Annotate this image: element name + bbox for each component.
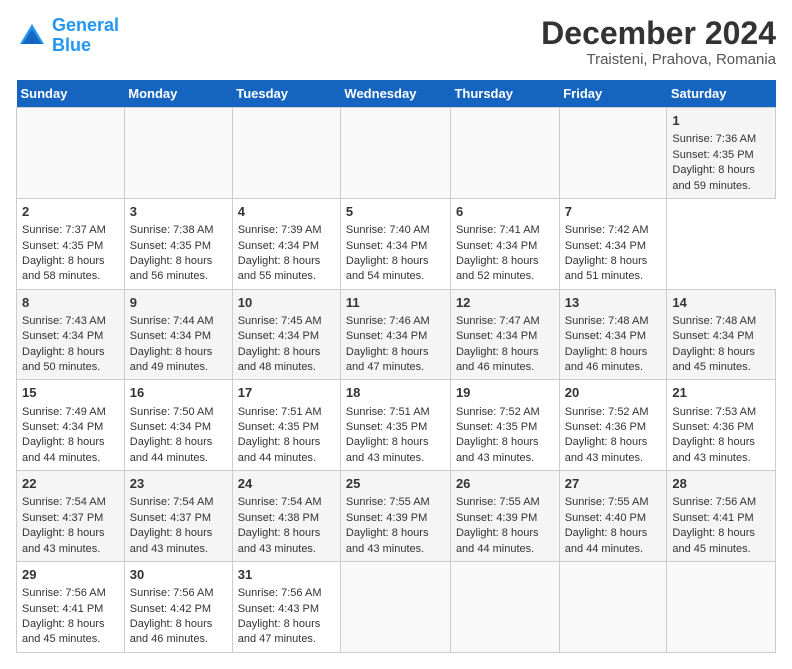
calendar-day-cell: 12Sunrise: 7:47 AMSunset: 4:34 PMDayligh… [450,289,559,380]
title-block: December 2024 Traisteni, Prahova, Romani… [541,16,776,68]
logo: General Blue [16,16,119,56]
calendar-day-cell: 30Sunrise: 7:56 AMSunset: 4:42 PMDayligh… [124,561,232,652]
calendar-day-cell: 15Sunrise: 7:49 AMSunset: 4:34 PMDayligh… [17,380,125,471]
calendar-table: SundayMondayTuesdayWednesdayThursdayFrid… [16,80,776,653]
calendar-day-cell [667,561,776,652]
calendar-day-cell: 25Sunrise: 7:55 AMSunset: 4:39 PMDayligh… [340,471,450,562]
calendar-day-cell [559,561,667,652]
calendar-day-cell: 11Sunrise: 7:46 AMSunset: 4:34 PMDayligh… [340,289,450,380]
calendar-week-row: 1Sunrise: 7:36 AMSunset: 4:35 PMDaylight… [17,108,776,199]
calendar-day-header: Saturday [667,80,776,108]
calendar-day-cell: 29Sunrise: 7:56 AMSunset: 4:41 PMDayligh… [17,561,125,652]
calendar-day-header: Wednesday [340,80,450,108]
calendar-empty-cell [232,108,340,199]
calendar-week-row: 2Sunrise: 7:37 AMSunset: 4:35 PMDaylight… [17,198,776,289]
calendar-day-cell: 9Sunrise: 7:44 AMSunset: 4:34 PMDaylight… [124,289,232,380]
calendar-day-cell: 23Sunrise: 7:54 AMSunset: 4:37 PMDayligh… [124,471,232,562]
logo-icon [16,20,48,52]
calendar-day-header: Tuesday [232,80,340,108]
calendar-day-cell: 17Sunrise: 7:51 AMSunset: 4:35 PMDayligh… [232,380,340,471]
calendar-week-row: 8Sunrise: 7:43 AMSunset: 4:34 PMDaylight… [17,289,776,380]
calendar-day-cell: 14Sunrise: 7:48 AMSunset: 4:34 PMDayligh… [667,289,776,380]
calendar-day-cell [340,561,450,652]
calendar-day-cell: 16Sunrise: 7:50 AMSunset: 4:34 PMDayligh… [124,380,232,471]
calendar-day-cell: 3Sunrise: 7:38 AMSunset: 4:35 PMDaylight… [124,198,232,289]
calendar-empty-cell [340,108,450,199]
calendar-empty-cell [450,108,559,199]
calendar-day-cell: 4Sunrise: 7:39 AMSunset: 4:34 PMDaylight… [232,198,340,289]
calendar-day-cell: 27Sunrise: 7:55 AMSunset: 4:40 PMDayligh… [559,471,667,562]
calendar-day-cell: 21Sunrise: 7:53 AMSunset: 4:36 PMDayligh… [667,380,776,471]
calendar-day-cell: 1Sunrise: 7:36 AMSunset: 4:35 PMDaylight… [667,108,776,199]
logo-text: General Blue [52,16,119,56]
calendar-empty-cell [17,108,125,199]
calendar-day-cell: 24Sunrise: 7:54 AMSunset: 4:38 PMDayligh… [232,471,340,562]
page-title: December 2024 [541,16,776,51]
calendar-day-header: Thursday [450,80,559,108]
calendar-day-cell: 18Sunrise: 7:51 AMSunset: 4:35 PMDayligh… [340,380,450,471]
calendar-day-cell: 10Sunrise: 7:45 AMSunset: 4:34 PMDayligh… [232,289,340,380]
calendar-day-cell: 20Sunrise: 7:52 AMSunset: 4:36 PMDayligh… [559,380,667,471]
calendar-day-header: Friday [559,80,667,108]
calendar-week-row: 29Sunrise: 7:56 AMSunset: 4:41 PMDayligh… [17,561,776,652]
calendar-day-cell: 5Sunrise: 7:40 AMSunset: 4:34 PMDaylight… [340,198,450,289]
calendar-day-cell [450,561,559,652]
calendar-day-cell: 19Sunrise: 7:52 AMSunset: 4:35 PMDayligh… [450,380,559,471]
calendar-day-cell: 28Sunrise: 7:56 AMSunset: 4:41 PMDayligh… [667,471,776,562]
calendar-day-cell: 26Sunrise: 7:55 AMSunset: 4:39 PMDayligh… [450,471,559,562]
calendar-day-cell: 31Sunrise: 7:56 AMSunset: 4:43 PMDayligh… [232,561,340,652]
calendar-day-header: Sunday [17,80,125,108]
calendar-day-cell: 22Sunrise: 7:54 AMSunset: 4:37 PMDayligh… [17,471,125,562]
page-header: General Blue December 2024 Traisteni, Pr… [16,16,776,68]
calendar-day-cell: 2Sunrise: 7:37 AMSunset: 4:35 PMDaylight… [17,198,125,289]
calendar-header-row: SundayMondayTuesdayWednesdayThursdayFrid… [17,80,776,108]
calendar-empty-cell [124,108,232,199]
calendar-day-cell: 7Sunrise: 7:42 AMSunset: 4:34 PMDaylight… [559,198,667,289]
calendar-day-header: Monday [124,80,232,108]
calendar-day-cell: 6Sunrise: 7:41 AMSunset: 4:34 PMDaylight… [450,198,559,289]
calendar-day-cell: 13Sunrise: 7:48 AMSunset: 4:34 PMDayligh… [559,289,667,380]
calendar-empty-cell [559,108,667,199]
calendar-week-row: 15Sunrise: 7:49 AMSunset: 4:34 PMDayligh… [17,380,776,471]
calendar-day-cell: 8Sunrise: 7:43 AMSunset: 4:34 PMDaylight… [17,289,125,380]
calendar-week-row: 22Sunrise: 7:54 AMSunset: 4:37 PMDayligh… [17,471,776,562]
page-subtitle: Traisteni, Prahova, Romania [541,51,776,68]
